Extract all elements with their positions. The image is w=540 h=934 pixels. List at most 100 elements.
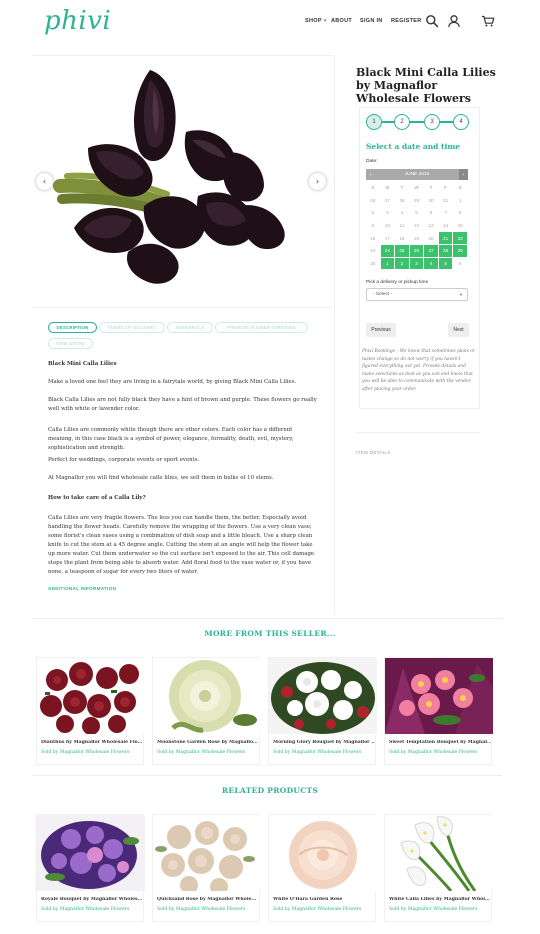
product-card-name[interactable]: White Calla Lilies by Magnaflor Whol... <box>389 897 491 902</box>
calendar-day: 5 <box>409 207 425 220</box>
product-card-seller[interactable]: Sold by Magnaflor Wholesale Flowers <box>273 907 361 912</box>
product-card[interactable]: Dianthus by Magnaflor Wholesale Flo... S… <box>36 657 145 765</box>
product-card-seller[interactable]: Sold by Magnaflor Wholesale Flowers <box>41 750 129 755</box>
gallery-divider <box>32 307 332 308</box>
step-connector <box>382 121 394 123</box>
product-card-name[interactable]: Dianthus by Magnaflor Wholesale Flo... <box>41 740 143 745</box>
tab-description[interactable]: DESCRIPTION <box>48 322 97 333</box>
calendar-day-available[interactable]: 5 <box>438 257 454 271</box>
calendar-next-button[interactable]: › <box>459 169 468 180</box>
product-card-name[interactable]: Quicksand Rose by Magnaflor Whole... <box>157 897 259 902</box>
calendar-day-available[interactable]: 24 <box>380 244 396 258</box>
nav-shop[interactable]: SHOP ▾ <box>305 18 327 24</box>
more-from-seller-heading: MORE FROM THIS SELLER... <box>204 629 336 638</box>
calendar-dow: F <box>438 182 454 195</box>
time-select-value: - Select - <box>373 292 393 297</box>
chevron-down-icon: ▾ <box>323 18 327 24</box>
booking-note: Phivi Bookings – We know that sometimes … <box>362 349 476 392</box>
booking-step-2[interactable]: 2 <box>394 114 410 130</box>
calendar-dow: S <box>366 182 381 195</box>
gallery-prev-button[interactable]: ‹ <box>36 173 53 190</box>
calendar-day: 30 <box>424 194 439 208</box>
tab-view-store[interactable]: VIEW STORE <box>48 338 93 349</box>
time-select[interactable]: - Select - ▼ <box>366 288 468 301</box>
product-card[interactable]: Royale Bouquet by Magnaflor Wholes... So… <box>36 814 145 922</box>
product-card[interactable]: Morning Glory Bouquet by Magnaflor ... S… <box>268 657 377 765</box>
product-card-seller[interactable]: Sold by Magnaflor Wholesale Flowers <box>389 750 477 755</box>
calendar-day-available[interactable]: 29 <box>453 244 468 258</box>
calendar-day-available[interactable]: 28 <box>438 244 454 258</box>
calendar-day: 29 <box>409 194 425 208</box>
booking-step-1[interactable]: 1 <box>366 114 382 130</box>
tab-premium-flower-varieties[interactable]: PREMIUM FLOWER VARIETIES <box>215 322 308 333</box>
calendar-day-available[interactable]: 21 <box>438 232 454 245</box>
product-card-seller[interactable]: Sold by Magnaflor Wholesale Flowers <box>157 750 245 755</box>
calendar-day: 10 <box>380 219 396 233</box>
product-card[interactable]: White O'Hara Garden Rose Sold by Magnafl… <box>268 814 377 922</box>
product-gallery: ‹ › <box>32 56 332 306</box>
product-card-seller[interactable]: Sold by Magnaflor Wholesale Flowers <box>273 750 361 755</box>
nav-register[interactable]: REGISTER <box>391 18 422 24</box>
select-date-heading: Select a date and time <box>366 142 461 151</box>
nav-about[interactable]: ABOUT <box>331 18 352 24</box>
product-thumbnail <box>269 658 377 734</box>
product-thumbnail <box>385 815 493 891</box>
tab-referrals[interactable]: REFERRALS <box>167 322 213 333</box>
calendar-day: 26 <box>366 194 381 208</box>
calendar-grid: S M T W T F S 26 27 28 29 30 31 1 2 3 4 … <box>366 182 468 271</box>
additional-information-link[interactable]: ADDITIONAL INFORMATION <box>48 586 116 591</box>
description-paragraph: Perfect for weddings, corporate events o… <box>48 457 200 463</box>
care-heading: How to take care of a Calla Lily? <box>48 495 146 501</box>
calendar-week: 26 27 28 29 30 31 1 <box>366 194 468 208</box>
tab-terms-of-delivery[interactable]: TERMS OF DELIVERY <box>99 322 165 333</box>
description-paragraph: Calla Lilies are commonly white though t… <box>48 427 294 451</box>
booking-step-3[interactable]: 3 <box>424 114 440 130</box>
calendar-day-available[interactable]: 1 <box>380 257 396 271</box>
calendar-prev-button[interactable]: ‹ <box>366 169 375 180</box>
details-divider <box>356 432 480 433</box>
description-heading: Black Mini Calla Lilies <box>48 361 117 367</box>
nav-shop-label: SHOP <box>305 18 322 24</box>
product-card-name[interactable]: White O'Hara Garden Rose <box>273 897 375 902</box>
search-icon[interactable] <box>425 14 439 28</box>
gallery-next-button[interactable]: › <box>309 173 326 190</box>
calendar-day-available[interactable]: 26 <box>409 244 425 258</box>
user-icon[interactable] <box>447 14 461 28</box>
description-paragraph: Make a loved one feel they are living in… <box>48 379 297 385</box>
calendar-day: 9 <box>366 219 381 233</box>
booking-step-4[interactable]: 4 <box>453 114 469 130</box>
calendar-day: 16 <box>366 232 381 245</box>
previous-button[interactable]: Previous <box>366 323 396 337</box>
calendar-day-available[interactable]: 2 <box>395 257 410 271</box>
product-card[interactable]: Moonstone Garden Rose by Magnaflo... Sol… <box>152 657 261 765</box>
calendar-day-available[interactable]: 25 <box>395 244 410 258</box>
product-card[interactable]: Sweet Temptation Bouquet by Magnaf... So… <box>384 657 493 765</box>
product-card-name[interactable]: Moonstone Garden Rose by Magnaflo... <box>157 740 259 745</box>
calendar-day: 14 <box>438 219 454 233</box>
calendar-dow: T <box>395 182 410 195</box>
calendar-day: 4 <box>395 207 410 220</box>
item-details-label: ITEM DETAILS <box>356 450 391 455</box>
product-card-name[interactable]: Sweet Temptation Bouquet by Magnaf... <box>389 740 491 745</box>
calendar-day: 8 <box>453 207 468 220</box>
product-thumbnail <box>37 815 145 891</box>
calendar-dow: S <box>453 182 468 195</box>
column-divider <box>334 55 335 615</box>
product-card[interactable]: Quicksand Rose by Magnaflor Whole... Sol… <box>152 814 261 922</box>
product-card-seller[interactable]: Sold by Magnaflor Wholesale Flowers <box>389 907 477 912</box>
product-card-seller[interactable]: Sold by Magnaflor Wholesale Flowers <box>157 907 245 912</box>
cart-icon[interactable] <box>481 14 495 28</box>
calendar-day-available[interactable]: 3 <box>409 257 425 271</box>
site-logo[interactable]: phivi <box>44 6 111 36</box>
product-card-name[interactable]: Royale Bouquet by Magnaflor Wholes... <box>41 897 143 902</box>
calendar-day-available[interactable]: 4 <box>424 257 439 271</box>
product-card-name[interactable]: Morning Glory Bouquet by Magnaflor ... <box>273 740 375 745</box>
nav-sign-in[interactable]: SIGN IN <box>360 18 383 24</box>
calendar-day-available[interactable]: 22 <box>453 232 468 245</box>
product-card-seller[interactable]: Sold by Magnaflor Wholesale Flowers <box>41 907 129 912</box>
product-card[interactable]: White Calla Lilies by Magnaflor Whol... … <box>384 814 493 922</box>
next-button[interactable]: Next <box>448 323 469 337</box>
product-thumbnail <box>385 658 493 734</box>
calendar-day-available[interactable]: 27 <box>424 244 439 258</box>
calendar-day: 20 <box>424 232 439 245</box>
